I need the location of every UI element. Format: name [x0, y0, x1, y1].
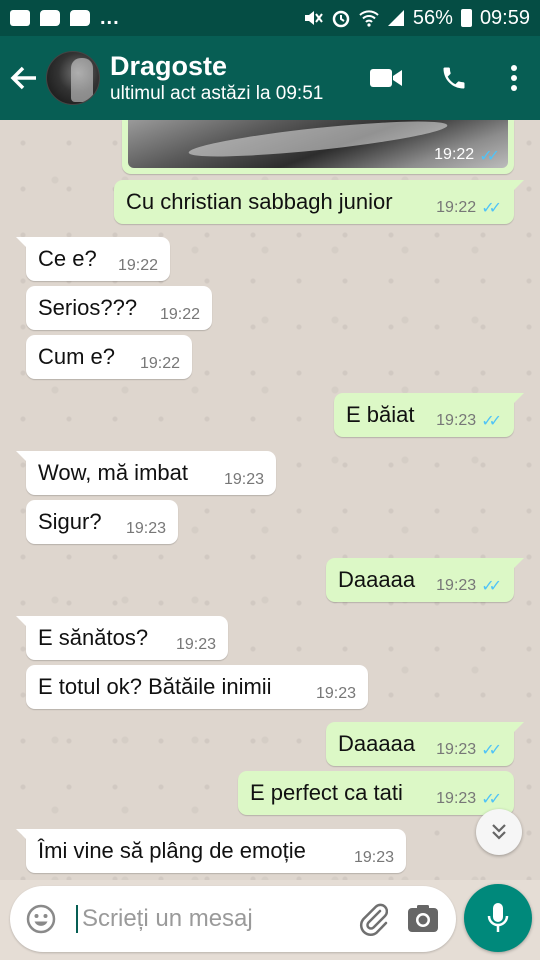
- wifi-icon: [359, 10, 379, 27]
- message-text: Wow, mă imbat: [38, 460, 188, 485]
- message-text: E perfect ca tati: [250, 780, 403, 805]
- read-receipt-icon: ✓✓: [481, 578, 502, 595]
- message-time: 19:23: [436, 741, 477, 758]
- last-seen-status: ultimul act astăzi la 09:51: [110, 83, 324, 104]
- voice-call-button[interactable]: [420, 36, 488, 120]
- message-text: E totul ok? Bătăile inimii: [38, 674, 272, 699]
- message-text: Ce e?: [38, 246, 97, 271]
- clock: 09:59: [479, 6, 530, 29]
- alarm-icon: [332, 10, 350, 28]
- voice-message-button[interactable]: [464, 884, 532, 952]
- read-receipt-icon: ✓✓: [479, 148, 500, 165]
- message-text: Daaaaa: [338, 731, 416, 756]
- status-bar: ... 56% 09:59: [0, 0, 540, 36]
- signal-icon: [387, 10, 404, 26]
- message-meta: 19:22 ✓✓: [434, 146, 500, 166]
- gallery-notification-icon: [10, 10, 30, 26]
- message-bubble-outgoing[interactable]: E băiat 19:23 ✓✓: [334, 393, 524, 437]
- microphone-icon: [487, 903, 509, 932]
- more-notifications-indicator: ...: [100, 6, 120, 29]
- message-text: Cu christian sabbagh junior: [126, 189, 393, 214]
- arrow-left-icon: [10, 66, 36, 90]
- message-bubble-incoming[interactable]: Cum e? 19:22: [26, 335, 192, 379]
- message-time: 19:22: [434, 146, 475, 163]
- message-text: Cum e?: [38, 344, 116, 369]
- phone-icon: [443, 67, 465, 89]
- message-time: 19:23: [175, 636, 216, 653]
- read-receipt-icon: ✓✓: [481, 791, 502, 808]
- chat-header: Dragoste ultimul act astăzi la 09:51: [0, 36, 540, 120]
- message-bubble-incoming[interactable]: Îmi vine să plâng de emoție 19:23: [16, 829, 406, 873]
- contact-avatar[interactable]: [46, 51, 100, 105]
- emoji-icon: [26, 904, 56, 934]
- message-time: 19:23: [436, 577, 477, 594]
- message-time: 19:23: [223, 471, 264, 488]
- back-button[interactable]: [2, 36, 46, 120]
- contact-name: Dragoste: [110, 51, 228, 81]
- scroll-to-bottom-button[interactable]: [476, 809, 522, 855]
- battery-percent: 56%: [412, 6, 453, 29]
- message-time: 19:23: [436, 790, 477, 807]
- read-receipt-icon: ✓✓: [481, 413, 502, 430]
- message-bubble-incoming[interactable]: Serios??? 19:22: [26, 286, 212, 330]
- message-time: 19:23: [125, 520, 166, 537]
- message-text: Îmi vine să plâng de emoție: [38, 838, 306, 863]
- video-call-button[interactable]: [352, 36, 420, 120]
- chat-area[interactable]: 19:22 ✓✓ Cu christian sabbagh junior 19:…: [0, 120, 540, 880]
- message-time: 19:23: [315, 685, 356, 702]
- message-bubble-outgoing[interactable]: Cu christian sabbagh junior 19:22 ✓✓: [114, 180, 524, 224]
- video-call-icon: [370, 69, 402, 87]
- message-bubble-incoming[interactable]: E totul ok? Bătăile inimii 19:23: [26, 665, 368, 709]
- message-time: 19:22: [159, 306, 200, 323]
- message-time: 19:22: [139, 355, 180, 372]
- message-input[interactable]: [76, 905, 326, 933]
- message-bubble-outgoing[interactable]: E perfect ca tati 19:23 ✓✓: [238, 771, 514, 815]
- message-text: Serios???: [38, 295, 138, 320]
- message-bubble-incoming[interactable]: Ce e? 19:22: [16, 237, 170, 281]
- message-text: E băiat: [346, 402, 415, 427]
- battery-icon: [460, 9, 472, 27]
- message-composer: [10, 886, 456, 952]
- chat-notification-icon: [70, 10, 90, 26]
- camera-button[interactable]: [404, 900, 442, 938]
- message-text: Daaaaa: [338, 567, 416, 592]
- message-bubble-incoming[interactable]: Sigur? 19:23: [26, 500, 178, 544]
- message-time: 19:23: [436, 412, 477, 429]
- message-time: 19:23: [353, 849, 394, 866]
- message-notification-icon: [40, 10, 60, 26]
- mute-icon: [304, 11, 323, 25]
- more-vert-icon: [511, 65, 517, 91]
- message-bubble-incoming[interactable]: Wow, mă imbat 19:23: [16, 451, 276, 495]
- chevron-double-down-icon: [492, 824, 506, 840]
- message-bubble-outgoing[interactable]: Daaaaa 19:23 ✓✓: [326, 558, 524, 602]
- image-message[interactable]: 19:22 ✓✓: [122, 120, 514, 174]
- message-time: 19:22: [117, 257, 158, 274]
- read-receipt-icon: ✓✓: [481, 742, 502, 759]
- camera-icon: [408, 905, 438, 932]
- message-text: E sănătos?: [38, 625, 149, 650]
- message-bubble-outgoing[interactable]: Daaaaa 19:23 ✓✓: [326, 722, 524, 766]
- message-bubble-incoming[interactable]: E sănătos? 19:23: [16, 616, 228, 660]
- contact-info[interactable]: Dragoste ultimul act astăzi la 09:51: [110, 50, 323, 106]
- message-time: 19:22: [436, 199, 477, 216]
- message-text: Sigur?: [38, 509, 102, 534]
- attach-button[interactable]: [354, 900, 392, 938]
- paperclip-icon: [359, 903, 388, 936]
- read-receipt-icon: ✓✓: [481, 200, 502, 217]
- emoji-button[interactable]: [24, 902, 58, 936]
- more-options-button[interactable]: [488, 36, 540, 120]
